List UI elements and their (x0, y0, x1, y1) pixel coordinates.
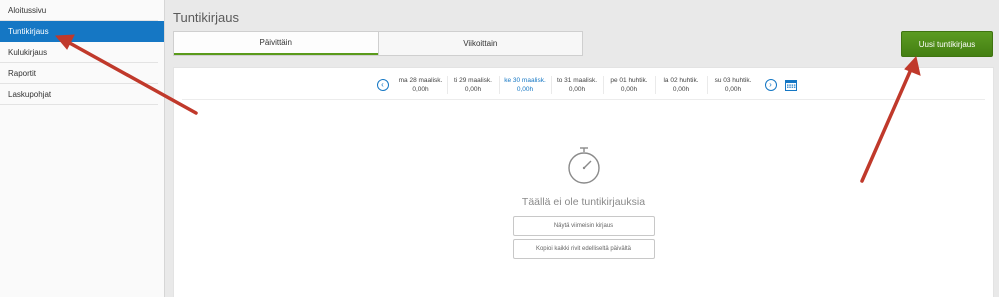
empty-state: Täällä ei ole tuntikirjauksia Näytä viim… (174, 146, 993, 259)
day-hours: 0,00h (412, 86, 429, 93)
day-hours: 0,00h (672, 86, 690, 93)
day-item[interactable]: ma 28 maalisk. 0,00h (395, 76, 447, 94)
sidebar-item-laskupohjat[interactable]: Laskupohjat (0, 84, 158, 105)
sidebar-item-kulukirjaus[interactable]: Kulukirjaus (0, 42, 158, 63)
week-navigator: ‹ ma 28 maalisk. 0,00h ti 29 maalisk. 0,… (174, 72, 993, 98)
day-item[interactable]: la 02 huhtik. 0,00h (654, 76, 707, 94)
day-item[interactable]: pe 01 huhtik. 0,00h (602, 76, 655, 94)
day-hours: 0,00h (516, 86, 534, 93)
day-label: pe 01 huhtik. (610, 77, 648, 84)
chevron-left-icon[interactable]: ‹ (376, 79, 389, 91)
sidebar-item-tuntikirjaus[interactable]: Tuntikirjaus (0, 21, 164, 42)
view-tabs: Päivittäin Viikoittain (173, 31, 583, 56)
day-label: ma 28 maalisk. (398, 77, 443, 84)
day-hours: 0,00h (568, 86, 586, 93)
new-time-entry-button[interactable]: Uusi tuntikirjaus (901, 31, 993, 57)
day-item[interactable]: su 03 huhtik. 0,00h (706, 76, 759, 94)
calendar-icon[interactable] (784, 79, 797, 91)
entries-panel: ‹ ma 28 maalisk. 0,00h ti 29 maalisk. 0,… (173, 67, 994, 297)
day-item[interactable]: to 31 maalisk. 0,00h (550, 76, 603, 94)
divider (182, 99, 985, 100)
day-hours: 0,00h (620, 86, 638, 93)
sidebar-item-raportit[interactable]: Raportit (0, 63, 158, 84)
main-content: Tuntikirjaus Päivittäin Viikoittain Uusi… (165, 0, 999, 297)
show-latest-entry-button[interactable]: Näytä viimeisin kirjaus (512, 216, 655, 236)
page-title: Tuntikirjaus (173, 10, 239, 25)
chevron-right-icon[interactable]: › (764, 79, 777, 91)
day-label: su 03 huhtik. (714, 77, 752, 84)
day-label: ke 30 maalisk. (504, 77, 546, 84)
day-item-current[interactable]: ke 30 maalisk. 0,00h (498, 76, 551, 94)
day-hours: 0,00h (464, 86, 482, 93)
day-hours: 0,00h (724, 86, 742, 93)
stopwatch-icon (567, 147, 600, 184)
tab-weekly[interactable]: Viikoittain (377, 32, 583, 55)
sidebar: Aloitussivu Tuntikirjaus Kulukirjaus Rap… (0, 0, 165, 297)
day-label: la 02 huhtik. (663, 77, 699, 84)
empty-message: Täällä ei ole tuntikirjauksia (521, 196, 646, 208)
sidebar-item-aloitussivu[interactable]: Aloitussivu (0, 0, 158, 21)
tab-daily[interactable]: Päivittäin (174, 32, 378, 55)
day-list: ma 28 maalisk. 0,00h ti 29 maalisk. 0,00… (395, 76, 759, 94)
day-label: to 31 maalisk. (556, 77, 598, 84)
day-item[interactable]: ti 29 maalisk. 0,00h (446, 76, 499, 94)
day-label: ti 29 maalisk. (454, 77, 492, 84)
copy-previous-day-button[interactable]: Kopioi kaikki rivit edelliseltä päivältä (512, 239, 655, 259)
